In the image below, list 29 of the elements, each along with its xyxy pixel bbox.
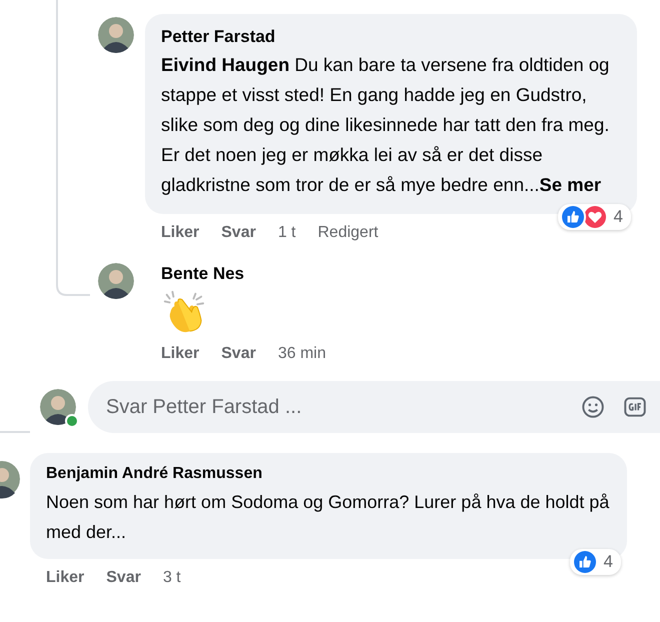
emoji-icon[interactable] <box>580 394 606 420</box>
action-link[interactable]: Liker <box>161 224 200 242</box>
action-link[interactable]: Liker <box>46 569 84 587</box>
comment-text: Noen som har hørt om Sodoma og Gomorra? Lurer på hva de holdt på med der... <box>46 491 610 544</box>
author-name[interactable]: Petter Farstad <box>161 26 621 48</box>
reply-box[interactable]: Svar Petter Farstad ... <box>88 381 660 433</box>
thumbs-up-icon <box>574 551 596 573</box>
see-more-link[interactable]: Se mer <box>539 174 602 195</box>
action-link[interactable]: Svar <box>221 345 256 363</box>
author-name[interactable]: Bente Nes <box>161 263 326 285</box>
avatar[interactable] <box>98 263 134 299</box>
timestamp[interactable]: 1 t <box>278 224 296 242</box>
reply-field[interactable]: Svar Petter Farstad ... <box>104 394 564 420</box>
comment-text: Eivind Haugen Du kan bare ta versene fra oldtiden og stappe et visst sted! En gang hadde jeg en Gudstro, slike som deg og dine likesinnede har tatt den fra meg. Er det noen jeg er møkka lei av så er det disse gladkristne som tror de er så mye bedre enn...Se mer <box>161 53 610 197</box>
clapping-hands-icon <box>161 289 207 335</box>
action-link[interactable]: Svar <box>221 224 256 242</box>
edited-label: Redigert <box>318 224 378 242</box>
thumbs-up-icon <box>562 206 584 228</box>
timestamp[interactable]: 36 min <box>278 345 326 363</box>
avatar[interactable] <box>98 17 134 53</box>
action-link[interactable]: Liker <box>161 345 200 363</box>
timestamp[interactable]: 3 t <box>162 569 181 587</box>
thread-line <box>0 431 30 433</box>
mention-link[interactable]: Eivind Haugen <box>161 54 290 75</box>
action-link[interactable]: Svar <box>106 569 141 587</box>
author-name[interactable]: Benjamin André Rasmussen <box>46 463 611 485</box>
reaction-count[interactable]: 4 <box>558 204 631 230</box>
avatar[interactable] <box>40 389 76 425</box>
reaction-count[interactable]: 4 <box>570 549 621 575</box>
